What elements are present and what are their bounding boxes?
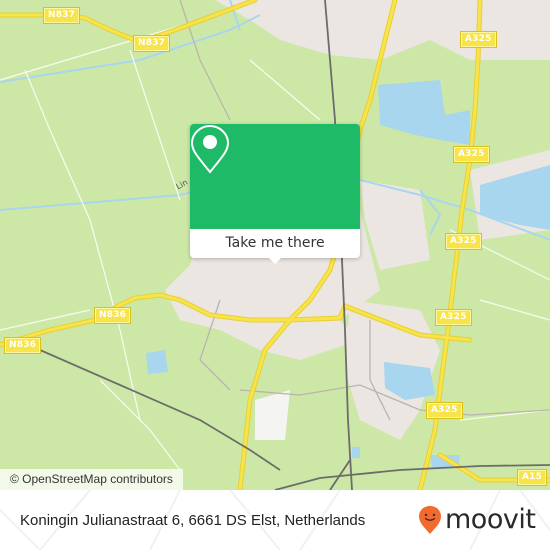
- road-label-a15: A15: [516, 469, 548, 486]
- road-label-a325: A325: [453, 146, 490, 163]
- map-pin-icon: [190, 124, 230, 174]
- road-label-a325: A325: [435, 309, 472, 326]
- road-label-a325: A325: [460, 31, 497, 48]
- address-text: Koningin Julianastraat 6, 6661 DS Elst, …: [20, 512, 366, 529]
- road-label-a325: A325: [445, 233, 482, 250]
- road-label-n836: N836: [3, 337, 42, 354]
- moovit-pin-smile-icon: [419, 506, 441, 534]
- moovit-wordmark: moovit: [445, 504, 536, 535]
- road-label-n837: N837: [132, 35, 171, 52]
- footer: Koningin Julianastraat 6, 6661 DS Elst, …: [0, 490, 550, 550]
- road-label-n836: N836: [93, 307, 132, 324]
- road-label-n837: N837: [42, 7, 81, 24]
- popup-header: [190, 124, 360, 229]
- map-view[interactable]: N837 N837 A325 A325 A325 A325 A325 N836 …: [0, 0, 550, 490]
- moovit-logo[interactable]: moovit: [418, 503, 536, 537]
- take-me-there-button[interactable]: Take me there: [190, 229, 360, 258]
- road-label-a325: A325: [426, 402, 463, 419]
- popup-pointer: [267, 256, 283, 264]
- take-me-there-popup[interactable]: Take me there: [190, 124, 360, 264]
- map-attribution[interactable]: © OpenStreetMap contributors: [0, 469, 183, 490]
